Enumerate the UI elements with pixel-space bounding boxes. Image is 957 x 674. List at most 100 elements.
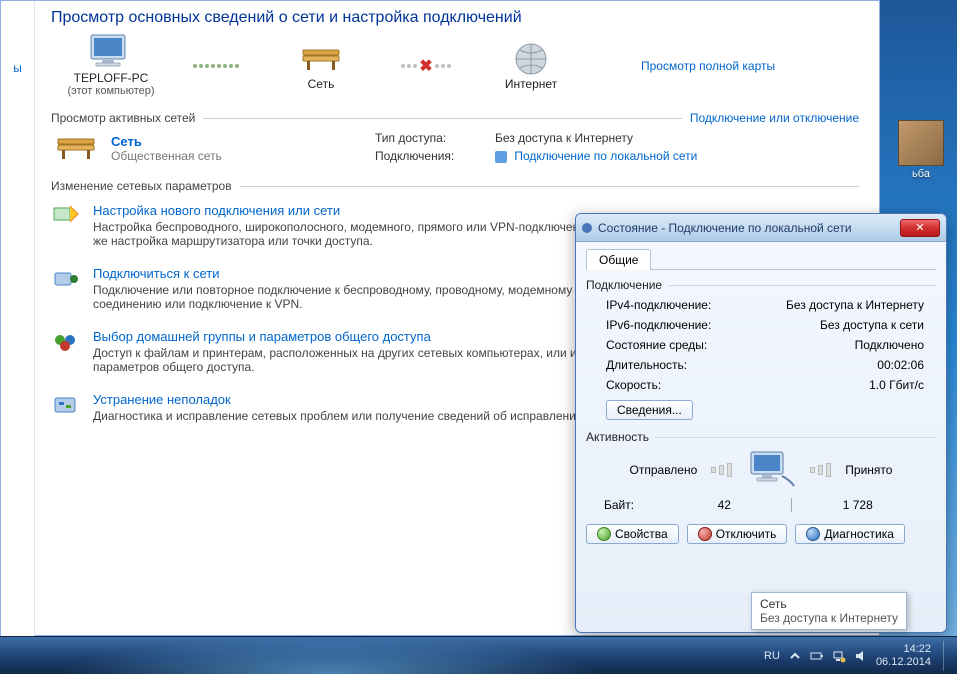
gear-icon [597,527,611,541]
ipv4-label: IPv4-подключение: [606,298,766,312]
speed-label: Скорость: [606,378,766,392]
tray-clock[interactable]: 14:22 06.12.2014 [876,643,931,667]
map-node-internet[interactable]: Интернет [471,41,591,91]
media-label: Состояние среды: [606,338,766,352]
activity-bars-in-icon [810,463,831,477]
settings-item-desc: Настройка беспроводного, широкополосного… [93,220,633,248]
disable-button[interactable]: Отключить [687,524,788,544]
tray-time: 14:22 [876,643,931,655]
dialog-tabs: Общие [586,248,936,270]
pc-network-icon [746,450,796,490]
sent-label: Отправлено [630,463,698,477]
settings-item-title: Устранение неполадок [93,392,586,407]
active-network-block[interactable]: Сеть Общественная сеть [51,131,351,165]
desktop-shortcut-icon [898,120,944,166]
connect-icon [51,266,81,292]
properties-button-label: Свойства [615,527,668,541]
settings-item-title: Настройка нового подключения или сети [93,203,633,218]
map-node-network[interactable]: Сеть [261,41,381,91]
bytes-sent-value: 42 [664,498,785,512]
duration-value: 00:02:06 [766,358,930,372]
volume-icon[interactable] [854,649,868,663]
diagnostics-button[interactable]: Диагностика [795,524,905,544]
network-tooltip: Сеть Без доступа к Интернету [751,592,907,630]
settings-item-title: Выбор домашней группы и параметров общег… [93,329,633,344]
bench-icon [51,131,101,165]
details-button-label: Сведения... [617,403,682,417]
connect-disconnect-link[interactable]: Подключение или отключение [690,111,859,125]
ipv6-value: Без доступа к сети [766,318,930,332]
access-type-value: Без доступа к Интернету [495,131,697,145]
group-connection: Подключение [586,278,936,292]
recv-label: Принято [845,463,892,477]
properties-button[interactable]: Свойства [586,524,679,544]
tray-date: 06.12.2014 [876,656,931,668]
map-pc-sublabel: (этот компьютер) [67,85,154,97]
active-network-row: Сеть Общественная сеть Тип доступа: Без … [51,131,859,165]
tooltip-line1: Сеть [760,597,898,611]
show-desktop-button[interactable] [943,641,951,671]
disable-button-label: Отключить [716,527,777,541]
close-button[interactable]: ✕ [900,219,940,237]
activity-visual: Отправлено Принято [586,450,936,490]
diagnostics-icon [806,527,820,541]
active-networks-header: Просмотр активных сетей Подключение или … [51,111,859,125]
speed-value: 1.0 Гбит/с [766,378,930,392]
map-internet-label: Интернет [505,77,557,91]
map-conn-pc-net [181,64,251,68]
taskbar[interactable]: RU 14:22 06.12.2014 [0,636,957,674]
sidebar-partial-text: ы [13,61,22,637]
cross-icon: ✖ [419,56,432,76]
dialog-sys-icon [582,223,592,233]
globe-icon [507,41,555,77]
bytes-row: Байт: 42 1 728 [586,498,936,512]
disable-icon [698,527,712,541]
ipv6-label: IPv6-подключение: [606,318,766,332]
map-node-pc[interactable]: TEPLOFF-PC (этот компьютер) [51,35,171,97]
sidebar-sliver: ы [1,1,35,637]
page-title: Просмотр основных сведений о сети и наст… [51,9,859,27]
group-connection-label: Подключение [586,278,662,292]
tab-general[interactable]: Общие [586,249,651,270]
pc-icon [87,35,135,71]
connection-grid: IPv4-подключение: Без доступа к Интернет… [606,298,930,392]
map-net-label: Сеть [308,77,335,91]
desktop-shortcut-label: ьба [891,168,951,180]
dialog-title: Состояние - Подключение по локальной сет… [598,221,894,235]
view-full-map-link[interactable]: Просмотр полной карты [641,59,775,73]
homegroup-icon [51,329,81,355]
settings-item-title: Подключиться к сети [93,266,633,281]
access-type-label: Тип доступа: [375,131,485,145]
lan-connection-link[interactable]: Подключение по локальной сети [514,149,697,163]
duration-label: Длительность: [606,358,766,372]
bench-icon [297,41,345,77]
map-conn-net-internet: ✖ [391,56,461,76]
network-tray-icon[interactable] [832,649,846,663]
network-type-label: Общественная сеть [111,149,222,163]
details-button[interactable]: Сведения... [606,400,693,420]
settings-item-desc: Подключение или повторное подключение к … [93,283,633,311]
tray-up-icon[interactable] [788,649,802,663]
desktop-shortcut[interactable]: ьба [891,120,951,180]
close-icon: ✕ [915,221,924,234]
dialog-titlebar[interactable]: Состояние - Подключение по локальной сет… [576,214,946,242]
bytes-recv-value: 1 728 [798,498,919,512]
connections-label: Подключения: [375,149,485,163]
diagnostics-button-label: Диагностика [824,527,894,541]
system-tray: RU 14:22 06.12.2014 [764,641,957,671]
active-networks-label: Просмотр активных сетей [51,111,195,125]
dialog-buttons: Свойства Отключить Диагностика [586,524,936,544]
troubleshoot-icon [51,392,81,418]
lang-indicator[interactable]: RU [764,650,780,662]
access-grid: Тип доступа: Без доступа к Интернету Под… [375,131,697,163]
bytes-sep [791,498,792,512]
change-settings-label: Изменение сетевых параметров [51,179,232,193]
lan-adapter-icon [495,151,507,163]
status-dialog: Состояние - Подключение по локальной сет… [575,213,947,633]
battery-icon[interactable] [810,649,824,663]
settings-item-desc: Доступ к файлам и принтерам, расположенн… [93,346,633,374]
network-name-link[interactable]: Сеть [111,134,222,149]
map-pc-label: TEPLOFF-PC [74,71,149,85]
activity-bars-out-icon [711,463,732,477]
network-map: TEPLOFF-PC (этот компьютер) Сеть [51,35,859,97]
